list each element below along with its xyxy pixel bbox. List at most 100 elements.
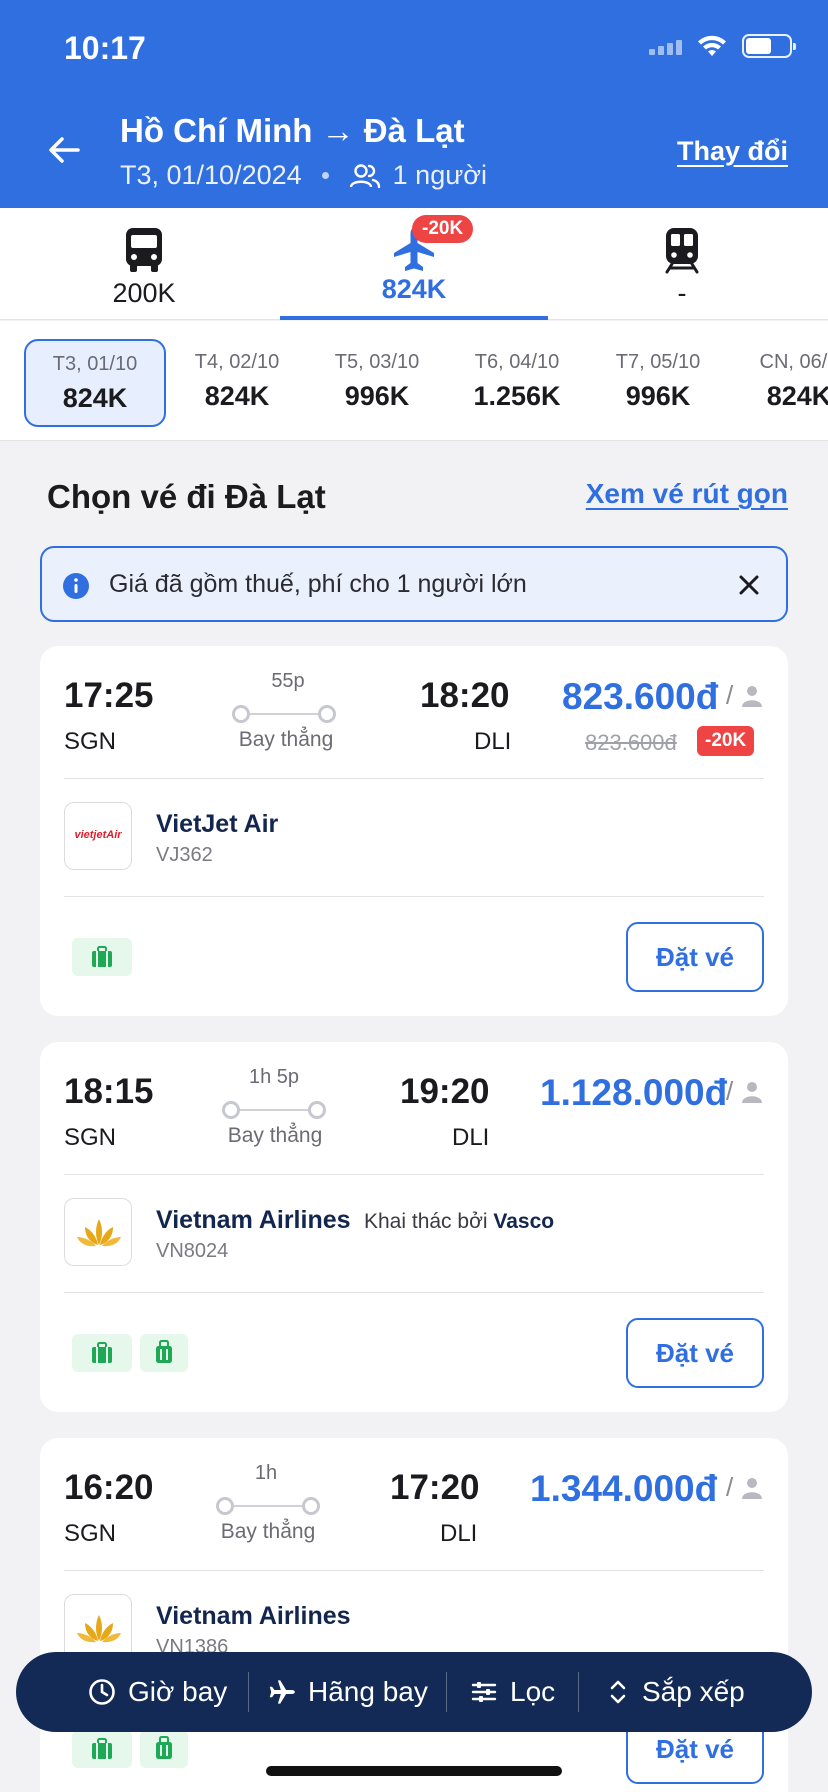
passengers-icon <box>349 163 380 188</box>
divider <box>64 778 764 779</box>
direct-label: Bay thẳng <box>220 1520 316 1543</box>
date-label: CN, 06/1 <box>759 351 828 373</box>
vietjet-logo-text: vietjetAir <box>74 829 122 841</box>
date-option[interactable]: CN, 06/1 824K <box>728 339 828 427</box>
suitcase-icon <box>92 1342 112 1363</box>
sort-label: Sắp xếp <box>642 1676 745 1707</box>
divider <box>64 1570 764 1571</box>
date-option[interactable]: T7, 05/10 996K <box>587 339 729 427</box>
date-price: 1.256K <box>473 381 561 411</box>
suitcase-icon <box>92 946 112 967</box>
checked-baggage-badge <box>72 938 132 976</box>
suitcase-icon <box>92 1738 112 1759</box>
notice-text: Giá đã gồm thuế, phí cho 1 người lớn <box>109 570 527 598</box>
checked-baggage-badge <box>72 1730 132 1768</box>
date-label: T5, 03/10 <box>334 351 420 373</box>
battery-icon <box>742 34 796 58</box>
date-option[interactable]: T6, 04/10 1.256K <box>446 339 588 427</box>
discount-badge: -20K <box>697 726 755 756</box>
price-per: / <box>726 680 734 710</box>
date-label: T3, 01/10 <box>52 353 138 375</box>
carry-on-baggage-badge <box>140 1334 188 1372</box>
airline-name: Vietnam Airlines <box>156 1602 351 1630</box>
date-price: 996K <box>344 381 410 411</box>
date-price: 824K <box>766 381 828 411</box>
direct-label: Bay thẳng <box>227 1124 323 1147</box>
plane-price: 824K <box>381 274 447 304</box>
separator <box>578 1672 579 1712</box>
date-option[interactable]: T4, 02/10 824K <box>166 339 308 427</box>
compact-view-link[interactable]: Xem vé rút gọn <box>586 478 788 510</box>
divider <box>64 1174 764 1175</box>
separator-dot <box>321 172 329 179</box>
back-arrow-icon[interactable] <box>44 130 84 170</box>
tab-bus[interactable]: 200K <box>10 208 278 320</box>
plane-promo-badge: -20K <box>412 215 474 243</box>
date-price: 996K <box>625 381 691 411</box>
flight-card[interactable]: 16:20 SGN 1h Bay thẳng 17:20 DLI 1.344.0… <box>40 1438 788 1792</box>
arrival-airport: DLI <box>474 728 512 755</box>
arrival-airport: DLI <box>452 1124 490 1151</box>
train-icon <box>665 228 699 274</box>
filter-label: Lọc <box>510 1676 556 1707</box>
arrival-airport: DLI <box>440 1520 478 1547</box>
date-option[interactable]: T5, 03/10 996K <box>306 339 448 427</box>
flight-time-label: Giờ bay <box>128 1676 228 1707</box>
operated-by: Khai thác bởi Vasco <box>364 1210 554 1234</box>
arrival-time: 18:20 <box>420 676 510 715</box>
original-price: 823.600đ <box>585 730 677 755</box>
route-title: Hồ Chí Minh → Đà Lạt <box>120 112 465 149</box>
departure-airport: SGN <box>64 728 117 755</box>
filter-button[interactable]: Lọc <box>470 1652 555 1732</box>
flight-duration: 1h <box>254 1462 278 1484</box>
bus-icon <box>126 228 162 272</box>
date-price: 824K <box>62 383 128 413</box>
lotus-icon <box>77 1219 121 1247</box>
wifi-icon <box>698 35 726 56</box>
airline-name: Vietnam Airlines <box>156 1206 351 1234</box>
sort-icon <box>610 1680 626 1704</box>
departure-time: 17:25 <box>64 676 154 715</box>
date-option-selected[interactable]: T3, 01/10 824K <box>24 339 166 427</box>
flight-number: VN8024 <box>156 1240 229 1262</box>
ticket-price: 1.128.000đ <box>540 1072 728 1113</box>
checked-baggage-badge <box>72 1334 132 1372</box>
flight-duration: 1h 5p <box>248 1066 300 1088</box>
vietnam-airlines-logo <box>64 1198 132 1266</box>
plane-icon <box>269 1680 295 1704</box>
operator-name: Vasco <box>493 1210 555 1233</box>
flight-time-filter[interactable]: Giờ bay <box>88 1652 227 1732</box>
operated-by-label: Khai thác bởi <box>364 1210 488 1233</box>
ticket-price: 823.600đ <box>562 676 719 717</box>
divider <box>64 1292 764 1293</box>
divider <box>64 896 764 897</box>
route-line <box>222 1100 326 1120</box>
sort-button[interactable]: Sắp xếp <box>606 1652 745 1732</box>
passenger-count: 1 người <box>392 160 487 190</box>
close-icon[interactable] <box>734 570 764 600</box>
separator <box>248 1672 249 1712</box>
price-per: / <box>726 1076 734 1106</box>
price-per: / <box>726 1472 734 1502</box>
ticket-price: 1.344.000đ <box>530 1468 718 1509</box>
flight-card[interactable]: 17:25 SGN 55p Bay thẳng 18:20 DLI 823.60… <box>40 646 788 1016</box>
trip-details: T3, 01/10/2024 1 người <box>120 160 487 191</box>
app-header: 10:17 Hồ Chí Minh → Đà Lạt T3, 01/10/202… <box>0 0 828 208</box>
arrival-time: 17:20 <box>390 1468 480 1507</box>
flight-number: VJ362 <box>156 844 213 866</box>
book-button[interactable]: Đặt vé <box>626 1318 764 1388</box>
date-label: T6, 04/10 <box>474 351 560 373</box>
status-icons <box>649 34 796 58</box>
arrival-time: 19:20 <box>400 1072 490 1111</box>
bus-price: 200K <box>112 278 176 308</box>
airline-filter[interactable]: Hãng bay <box>268 1652 428 1732</box>
airline-name: VietJet Air <box>156 810 279 838</box>
book-button[interactable]: Đặt vé <box>626 922 764 992</box>
departure-time: 16:20 <box>64 1468 154 1507</box>
info-icon <box>63 573 89 599</box>
change-search-link[interactable]: Thay đổi <box>677 136 788 167</box>
route-line <box>216 1496 320 1516</box>
trip-date: T3, 01/10/2024 <box>120 160 302 190</box>
flight-card[interactable]: 18:15 SGN 1h 5p Bay thẳng 19:20 DLI 1.12… <box>40 1042 788 1412</box>
tab-train[interactable]: - <box>548 208 816 320</box>
